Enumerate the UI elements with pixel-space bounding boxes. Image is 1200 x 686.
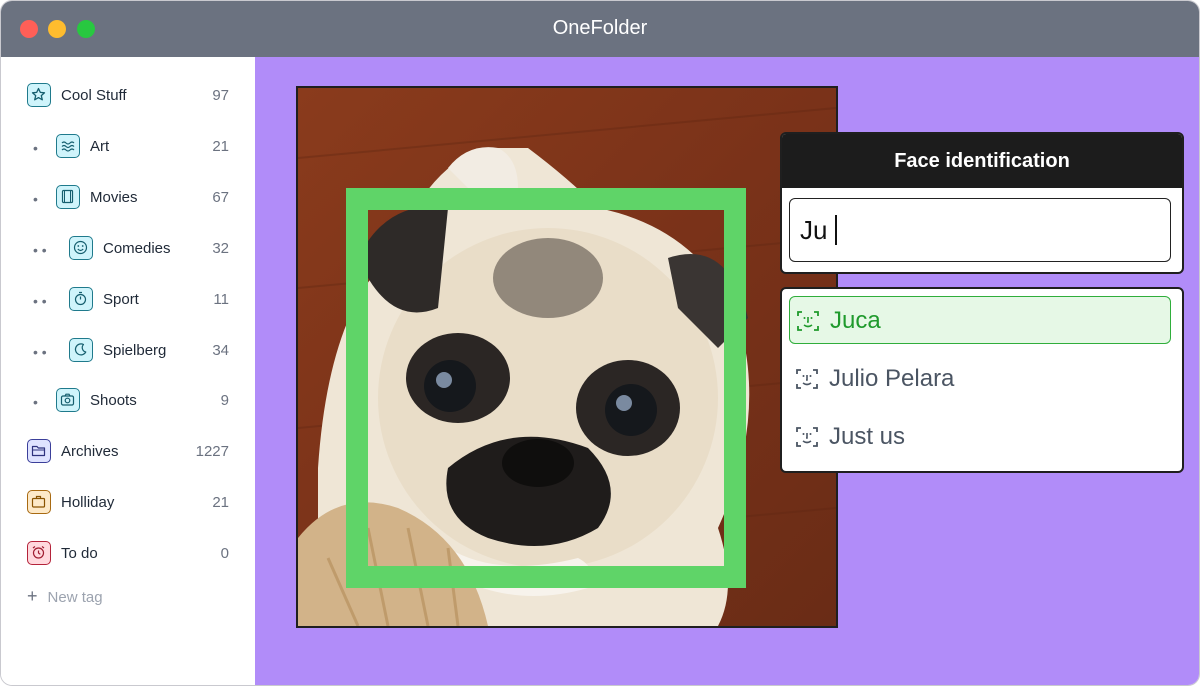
sidebar-tag-to-do[interactable]: To do 0 [1,537,255,573]
tag-label: Comedies [103,239,171,257]
tag-count: 34 [212,341,229,359]
tag-count: 32 [212,239,229,257]
tag-count: 9 [220,392,229,410]
sidebar-tag-spielberg[interactable]: • • Spielberg 34 [1,334,255,370]
sidebar-tag-comedies[interactable]: • • Comedies 32 [1,232,255,268]
tag-label: Movies [90,188,138,206]
app-window: OneFolder Cool Stuff 97 • Art 21 • Movies 67 • •… [0,0,1200,686]
face-identification-panel: Face identification Ju [780,132,1184,274]
indent-bullet: • [33,139,38,156]
text-caret [835,215,838,246]
suggestion-label: Julio Pelara [829,364,955,392]
face-panel-title: Face identification [782,134,1182,188]
tag-label: Shoots [90,392,137,410]
tag-label: To do [61,545,98,563]
camera-icon [56,388,80,413]
face-suggestion-just-us[interactable]: Just us [789,413,1171,461]
tag-count: 21 [212,137,229,155]
face-detection-box[interactable] [346,188,746,588]
new-tag-label: New tag [47,589,103,606]
tag-label: Archives [61,443,119,461]
suggestion-label: Just us [829,423,906,450]
tag-label: Sport [103,290,139,308]
face-suggestions-list: Juca Julio Pelara Just us [780,287,1184,473]
folder-icon [27,439,51,464]
new-tag-button[interactable]: + New tag [27,586,103,607]
pug-photo [296,86,838,628]
title-bar: OneFolder [1,1,1199,57]
tag-count: 67 [212,188,229,206]
face-name-value: Ju [800,215,828,245]
tag-count: 21 [212,494,229,512]
image-viewer: Face identification Ju Juca Julio Pelara J… [255,57,1199,685]
waves-icon [56,133,80,158]
sidebar-tag-art[interactable]: • Art 21 [1,130,255,166]
star-icon [27,83,51,107]
tag-label: Art [90,137,110,155]
sidebar-tag-sport[interactable]: • • Sport 11 [1,283,255,319]
tag-count: 1227 [195,443,229,461]
stopwatch-icon [69,286,93,311]
suggestion-label: Juca [830,307,881,334]
sidebar-tag-holliday[interactable]: Holliday 21 [1,486,255,522]
indent-bullet: • [33,190,38,207]
plus-icon: + [27,586,38,606]
moon-icon [69,337,93,362]
tag-count: 97 [212,87,229,104]
face-id-icon [796,368,818,389]
indent-bullet: • • [33,292,47,309]
briefcase-icon [27,490,51,515]
sidebar-tag-archives[interactable]: Archives 1227 [1,435,255,471]
indent-bullet: • [33,394,38,411]
face-suggestion-juca[interactable]: Juca [789,296,1171,344]
film-icon [56,184,80,209]
face-suggestion-julio-pelara[interactable]: Julio Pelara [789,355,1171,403]
tag-sidebar: Cool Stuff 97 • Art 21 • Movies 67 • • Comedies 32… [1,57,255,685]
tag-count: 0 [220,545,229,563]
face-id-icon [796,427,818,447]
tag-label: Cool Stuff [61,87,127,104]
indent-bullet: • • [33,343,47,360]
face-name-input[interactable]: Ju [789,198,1171,262]
window-title: OneFolder [552,17,648,39]
tag-count: 11 [213,290,229,308]
sidebar-tag-movies[interactable]: • Movies 67 [1,181,255,217]
sidebar-tag-cool-stuff[interactable]: Cool Stuff 97 [1,79,255,115]
sidebar-tag-shoots[interactable]: • Shoots 9 [1,384,255,420]
indent-bullet: • • [33,241,47,258]
tag-label: Holliday [61,494,115,512]
face-id-icon [797,311,819,331]
alarm-icon [27,541,51,566]
smiley-icon [69,235,93,260]
tag-label: Spielberg [103,341,167,359]
